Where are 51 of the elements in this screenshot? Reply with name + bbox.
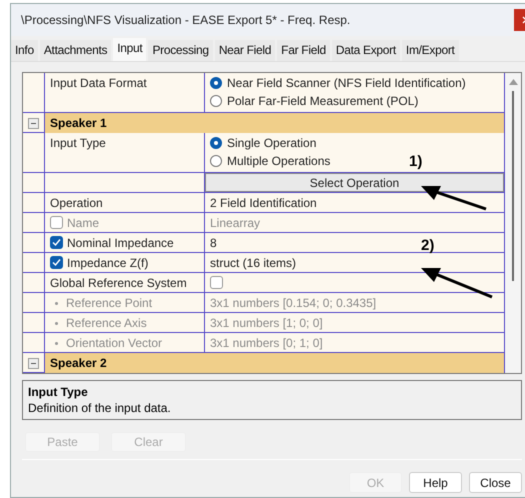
- scroll-up-icon[interactable]: [508, 79, 518, 85]
- property-value[interactable]: struct (16 items): [210, 256, 296, 270]
- description-text: Definition of the input data.: [28, 401, 172, 415]
- scrollbar[interactable]: [505, 73, 521, 373]
- annotation-label: 2): [421, 237, 434, 254]
- property-name: Name: [67, 216, 100, 230]
- radio-label[interactable]: Near Field Scanner (NFS Field Identification): [227, 76, 466, 90]
- property-name: Reference Point: [66, 296, 152, 310]
- radio-label[interactable]: Single Operation: [227, 136, 316, 150]
- property-name: Orientation Vector: [66, 336, 162, 350]
- tab[interactable]: Im/Export: [402, 40, 459, 61]
- property-name: Input Type: [50, 136, 106, 150]
- property-value[interactable]: 2 Field Identification: [210, 196, 317, 210]
- checkbox[interactable]: [50, 236, 63, 249]
- arrow: [421, 186, 487, 211]
- description-title: Input Type: [28, 385, 89, 399]
- radio-button[interactable]: [210, 137, 222, 149]
- radio-button[interactable]: [210, 77, 222, 89]
- radio-button[interactable]: [210, 95, 222, 107]
- bullet-icon: [55, 342, 58, 345]
- category-header[interactable]: Speaker 2: [45, 353, 504, 373]
- radio-label[interactable]: Multiple Operations: [227, 154, 330, 168]
- property-name: Input Data Format: [50, 76, 147, 90]
- annotation-label: 1): [409, 153, 422, 170]
- bullet-icon: [55, 322, 58, 325]
- tab[interactable]: Far Field: [277, 40, 330, 61]
- property-value[interactable]: 8: [210, 236, 217, 250]
- bullet-icon: [55, 302, 58, 305]
- tab[interactable]: Data Export: [332, 40, 400, 61]
- dialog-button[interactable]: Close: [469, 472, 522, 493]
- tab[interactable]: Info: [11, 40, 38, 61]
- collapse-icon[interactable]: [28, 118, 39, 128]
- tab[interactable]: Processing: [148, 40, 213, 61]
- category-header[interactable]: Speaker 1: [45, 113, 504, 133]
- radio-label[interactable]: Polar Far-Field Measurement (POL): [227, 94, 418, 108]
- property-name: Nominal Impedance: [67, 236, 174, 250]
- radio-button[interactable]: [210, 155, 222, 167]
- checkbox[interactable]: [210, 276, 223, 289]
- tab[interactable]: Attachments: [40, 40, 112, 61]
- checkbox[interactable]: [50, 256, 63, 269]
- property-name: Reference Axis: [66, 316, 147, 330]
- tab[interactable]: Near Field: [214, 40, 276, 61]
- dialog-button[interactable]: Help: [409, 472, 462, 493]
- property-name: Operation: [50, 196, 103, 210]
- property-name: Global Reference System: [50, 276, 187, 290]
- property-name: Impedance Z(f): [67, 256, 148, 270]
- collapse-icon[interactable]: [28, 358, 39, 368]
- window-title: \Processing\NFS Visualization - EASE Export 5* - Freq. Resp.: [21, 13, 350, 27]
- arrow: [421, 268, 493, 299]
- select-operation-button[interactable]: Select Operation: [205, 173, 504, 192]
- tab[interactable]: Input: [113, 38, 146, 61]
